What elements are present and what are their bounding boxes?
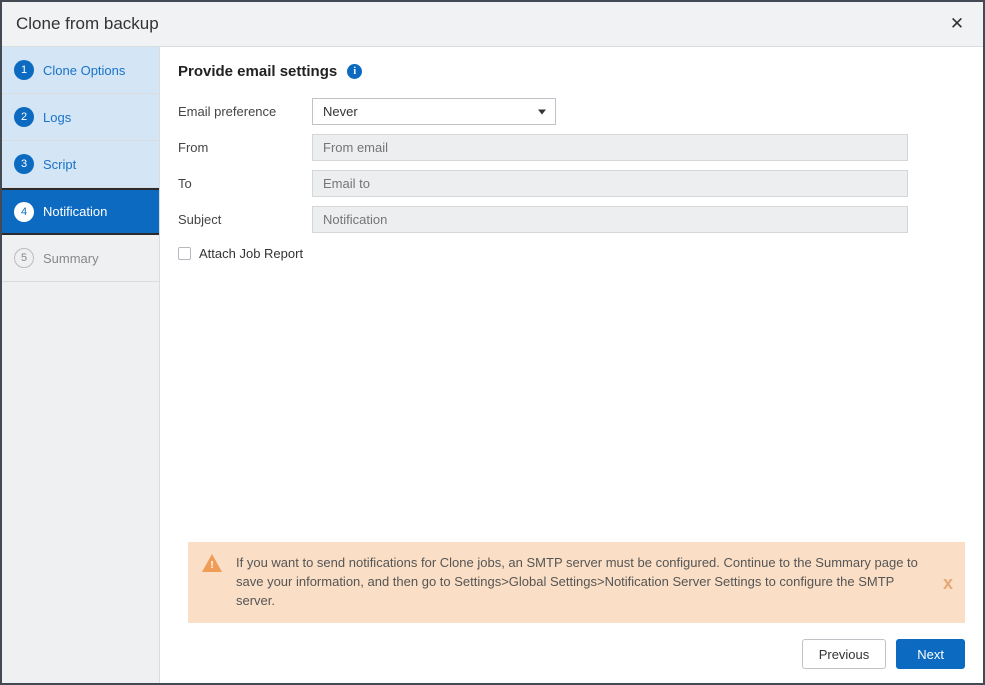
row-from: From <box>178 134 908 161</box>
smtp-warning-banner: If you want to send notifications for Cl… <box>188 542 965 623</box>
dialog-body: 1 Clone Options 2 Logs 3 Script 4 Notifi… <box>2 47 983 683</box>
email-settings-form: Email preference Never From To <box>178 98 908 261</box>
step-number: 1 <box>14 60 34 80</box>
row-attach-report: Attach Job Report <box>178 246 908 261</box>
subject-input[interactable] <box>312 206 908 233</box>
sidebar-step-summary[interactable]: 5 Summary <box>2 235 159 282</box>
sidebar-step-clone-options[interactable]: 1 Clone Options <box>2 47 159 94</box>
dialog-title: Clone from backup <box>16 14 945 34</box>
step-label: Notification <box>43 204 107 219</box>
heading-row: Provide email settings i <box>178 63 908 80</box>
row-email-preference: Email preference Never <box>178 98 908 125</box>
sidebar-step-logs[interactable]: 2 Logs <box>2 94 159 141</box>
sidebar-step-script[interactable]: 3 Script <box>2 141 159 188</box>
step-label: Clone Options <box>43 63 125 78</box>
clone-from-backup-dialog: Clone from backup ✕ 1 Clone Options 2 Lo… <box>0 0 985 685</box>
dialog-header: Clone from backup ✕ <box>2 2 983 47</box>
previous-button[interactable]: Previous <box>802 639 887 669</box>
step-number: 3 <box>14 154 34 174</box>
wizard-sidebar: 1 Clone Options 2 Logs 3 Script 4 Notifi… <box>2 47 160 683</box>
select-value: Never <box>323 104 358 119</box>
step-number: 2 <box>14 107 34 127</box>
main-content: Provide email settings i Email preferenc… <box>160 47 983 683</box>
row-subject: Subject <box>178 206 908 233</box>
label-email-preference: Email preference <box>178 104 312 119</box>
step-number: 5 <box>14 248 34 268</box>
from-email-input[interactable] <box>312 134 908 161</box>
alert-close-icon[interactable]: x <box>943 570 953 596</box>
alert-text: If you want to send notifications for Cl… <box>236 555 918 608</box>
email-preference-select[interactable]: Never <box>312 98 556 125</box>
step-label: Logs <box>43 110 71 125</box>
label-subject: Subject <box>178 212 312 227</box>
step-label: Script <box>43 157 76 172</box>
step-number: 4 <box>14 202 34 222</box>
page-title: Provide email settings <box>178 63 337 80</box>
label-from: From <box>178 140 312 155</box>
sidebar-step-notification[interactable]: 4 Notification <box>2 188 159 235</box>
close-icon[interactable]: ✕ <box>945 12 969 36</box>
info-icon[interactable]: i <box>347 64 362 79</box>
row-to: To <box>178 170 908 197</box>
attach-job-report-checkbox[interactable] <box>178 247 191 260</box>
dialog-footer: Previous Next <box>802 639 965 669</box>
step-label: Summary <box>43 251 99 266</box>
warning-icon <box>202 554 222 572</box>
label-attach-report: Attach Job Report <box>199 246 303 261</box>
next-button[interactable]: Next <box>896 639 965 669</box>
to-email-input[interactable] <box>312 170 908 197</box>
label-to: To <box>178 176 312 191</box>
